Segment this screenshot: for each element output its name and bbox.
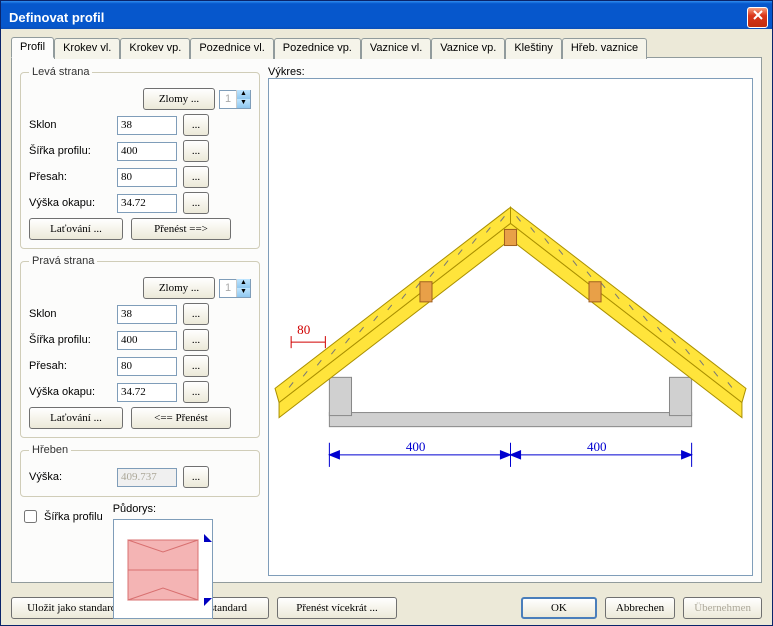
- spinner-down-icon[interactable]: ▼: [236, 99, 250, 108]
- window-title: Definovat profil: [9, 10, 104, 25]
- overhang-value: 80: [297, 322, 311, 337]
- right-prenest-button[interactable]: <== Přenést: [131, 407, 231, 429]
- plan-view: [113, 519, 213, 619]
- spinner-up-icon[interactable]: ▲: [236, 90, 250, 99]
- left-latovani-button[interactable]: Laťování ...: [29, 218, 123, 240]
- left-presah-input[interactable]: [117, 168, 177, 187]
- close-button[interactable]: [747, 7, 768, 28]
- left-sklon-label: Sklon: [29, 119, 117, 131]
- dim-left-value: 400: [406, 439, 426, 454]
- spinner-down-icon[interactable]: ▼: [236, 288, 250, 297]
- spinner-up-icon[interactable]: ▲: [236, 279, 250, 288]
- left-presah-label: Přesah:: [29, 171, 117, 183]
- legend-hreben: Hřeben: [29, 444, 71, 456]
- left-zlomy-spinner[interactable]: 1 ▲▼: [219, 90, 251, 109]
- roof-drawing: 80 400 400: [269, 79, 752, 575]
- right-presah-input[interactable]: [117, 357, 177, 376]
- tab-pozednice-vl[interactable]: Pozednice vl.: [190, 38, 273, 59]
- drawing-canvas: 80 400 400: [268, 78, 753, 576]
- right-vyska-okapu-input[interactable]: [117, 383, 177, 402]
- left-sklon-input[interactable]: [117, 116, 177, 135]
- tab-vaznice-vp[interactable]: Vaznice vp.: [431, 38, 505, 59]
- left-zlomy-spinner-value: 1: [220, 93, 236, 105]
- right-vyska-okapu-label: Výška okapu:: [29, 386, 117, 398]
- tab-profil[interactable]: Profil: [11, 37, 54, 58]
- left-presah-more-button[interactable]: ...: [183, 166, 209, 188]
- group-hreben: Hřeben Výška: ...: [20, 444, 260, 497]
- left-sirka-more-button[interactable]: ...: [183, 140, 209, 162]
- dim-right-value: 400: [587, 439, 607, 454]
- right-sklon-input[interactable]: [117, 305, 177, 324]
- vykres-label: Výkres:: [268, 66, 753, 78]
- right-sklon-more-button[interactable]: ...: [183, 303, 209, 325]
- hreben-vyska-input: [117, 468, 177, 487]
- plan-drawing: [114, 520, 212, 618]
- pudorys-label: Půdorys:: [113, 503, 213, 515]
- ok-button[interactable]: OK: [521, 597, 597, 619]
- left-sirka-input[interactable]: [117, 142, 177, 161]
- right-sklon-label: Sklon: [29, 308, 117, 320]
- tab-vaznice-vl[interactable]: Vaznice vl.: [361, 38, 431, 59]
- left-vyska-okapu-label: Výška okapu:: [29, 197, 117, 209]
- group-left-side: Levá strana Zlomy ... 1 ▲▼ Sklon ... Šíř…: [20, 66, 260, 249]
- left-vyska-okapu-more-button[interactable]: ...: [183, 192, 209, 214]
- legend-right: Pravá strana: [29, 255, 97, 267]
- right-sirka-input[interactable]: [117, 331, 177, 350]
- legend-left: Levá strana: [29, 66, 92, 78]
- right-sirka-more-button[interactable]: ...: [183, 329, 209, 351]
- right-zlomy-button[interactable]: Zlomy ...: [143, 277, 215, 299]
- right-zlomy-spinner-value: 1: [220, 282, 236, 294]
- right-zlomy-spinner[interactable]: 1 ▲▼: [219, 279, 251, 298]
- tab-krokev-vl[interactable]: Krokev vl.: [54, 38, 120, 59]
- right-presah-label: Přesah:: [29, 360, 117, 372]
- left-zlomy-button[interactable]: Zlomy ...: [143, 88, 215, 110]
- apply-button: Übernehmen: [683, 597, 762, 619]
- multi-transfer-button[interactable]: Přenést vícekrát ...: [277, 597, 397, 619]
- cancel-button[interactable]: Abbrechen: [605, 597, 675, 619]
- hreben-vyska-label: Výška:: [29, 471, 117, 483]
- right-latovani-button[interactable]: Laťování ...: [29, 407, 123, 429]
- tabstrip: Profil Krokev vl. Krokev vp. Pozednice v…: [11, 37, 762, 58]
- sirka-profilu-checkbox-label: Šířka profilu: [44, 511, 103, 523]
- hreben-more-button[interactable]: ...: [183, 466, 209, 488]
- sirka-profilu-checkbox-input[interactable]: [24, 510, 37, 523]
- left-vyska-okapu-input[interactable]: [117, 194, 177, 213]
- group-right-side: Pravá strana Zlomy ... 1 ▲▼ Sklon ... Ší…: [20, 255, 260, 438]
- left-prenest-button[interactable]: Přenést ==>: [131, 218, 231, 240]
- sirka-profilu-checkbox[interactable]: Šířka profilu: [20, 507, 103, 526]
- right-sirka-label: Šířka profilu:: [29, 334, 117, 346]
- right-presah-more-button[interactable]: ...: [183, 355, 209, 377]
- tab-klestiny[interactable]: Kleštiny: [505, 38, 562, 59]
- close-icon: [752, 9, 764, 21]
- tab-pozednice-vp[interactable]: Pozednice vp.: [274, 38, 361, 59]
- right-vyska-okapu-more-button[interactable]: ...: [183, 381, 209, 403]
- tab-hreb-vaznice[interactable]: Hřeb. vaznice: [562, 38, 647, 59]
- tab-krokev-vp[interactable]: Krokev vp.: [120, 38, 190, 59]
- left-sklon-more-button[interactable]: ...: [183, 114, 209, 136]
- overhang-dimension: 80: [291, 322, 325, 348]
- left-sirka-label: Šířka profilu:: [29, 145, 117, 157]
